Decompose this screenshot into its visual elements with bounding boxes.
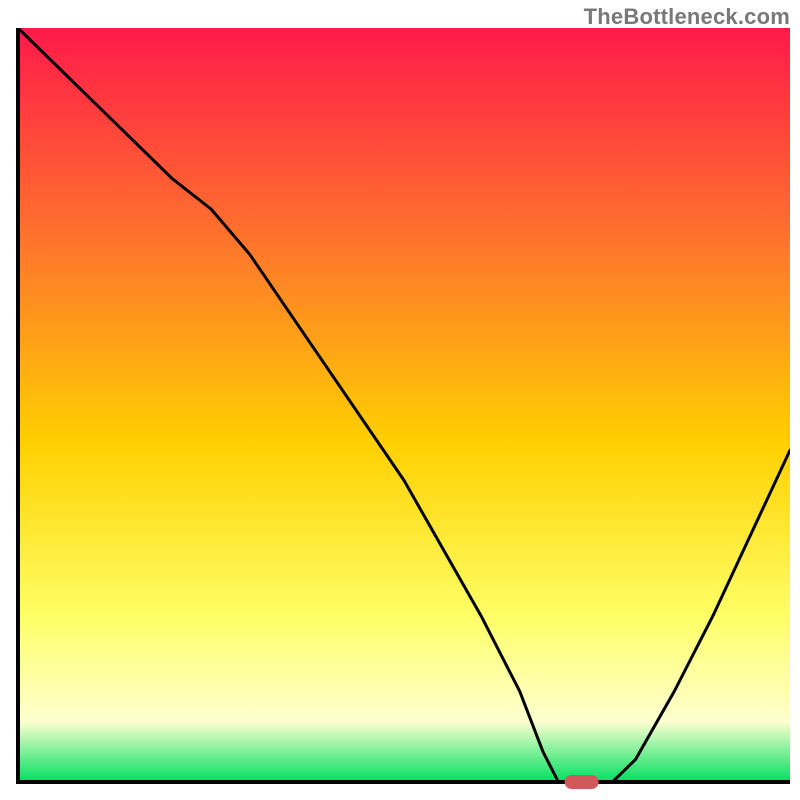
chart-stage: TheBottleneck.com <box>0 0 800 800</box>
optimal-point-marker <box>565 775 599 789</box>
watermark-label: TheBottleneck.com <box>584 4 790 30</box>
plot-svg <box>10 28 790 790</box>
plot-area <box>10 28 790 790</box>
